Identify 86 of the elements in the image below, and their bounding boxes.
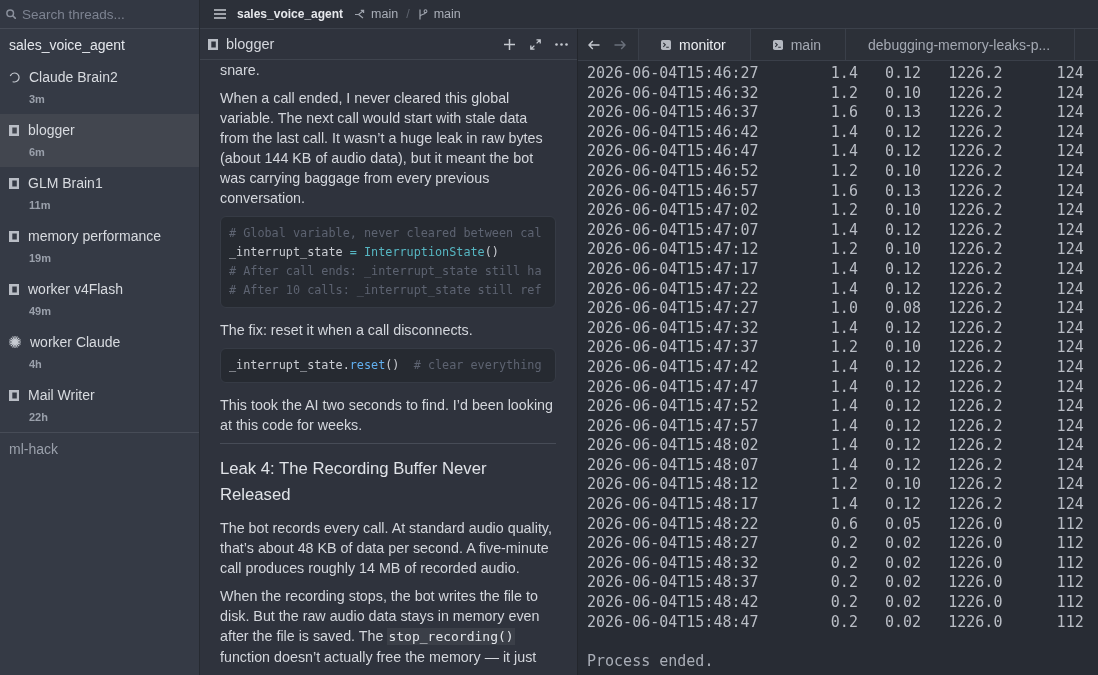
- branch-name[interactable]: main: [433, 7, 461, 21]
- project-group[interactable]: ml-hack: [0, 433, 199, 465]
- fork-icon: [355, 9, 366, 19]
- thread-age: 6m: [29, 145, 45, 159]
- section-heading: Leak 4: The Recording Buffer Never Released: [220, 458, 488, 506]
- terminal-line: 2026-06-04T15:48:27 0.2 0.02 1226.0 112: [587, 534, 1084, 554]
- terminal-line: 2026-06-04T15:48:22 0.6 0.05 1226.0 112: [587, 514, 1084, 535]
- thread-item[interactable]: memory performance 19m: [0, 220, 199, 273]
- paragraph: This took the AI two seconds to find. I’d been looking at this code for weeks.: [220, 396, 554, 435]
- terminal-line: 2026-06-04T15:46:52 1.2 0.10 1226.2 124: [587, 161, 1084, 182]
- terminal-line: 2026-06-04T15:48:37 0.2 0.02 1226.0 112: [587, 573, 1084, 594]
- terminal-status: Process ended.: [587, 651, 714, 672]
- code-line: # Global variable, never cleared between cal: [229, 225, 542, 242]
- terminal-line: 2026-06-04T15:46:47 1.4 0.12 1226.2 124: [587, 142, 1084, 162]
- project-group[interactable]: sales_voice_agent: [0, 29, 199, 61]
- thread-age: 22h: [29, 410, 48, 424]
- terminal-line: 2026-06-04T15:47:57 1.4 0.12 1226.2 124: [587, 416, 1084, 437]
- code-line: _interrupt_state = InterruptionState(): [229, 244, 499, 261]
- paragraph: When a call ended, I never cleared this global variable. The next call would start with stale data from the last call. It wasn’t a huge leak in raw bytes (about 144 KB of audio data), but it meant the bot was carrying baggage from every previous conversation.: [220, 89, 544, 208]
- tab[interactable]: debugging-memory-leaks-p...: [846, 29, 1076, 60]
- paragraph: When the recording stops, the bot writes the file to disk. But the raw audio data stays in memory even after the file is saved. The stop_recording() function doesn’t actually free the memory — it just: [220, 587, 541, 667]
- thread-title: Claude Brain2: [29, 69, 118, 85]
- terminal-line: 2026-06-04T15:47:47 1.4 0.12 1226.2 124: [587, 377, 1084, 398]
- terminal-line: 2026-06-04T15:47:52 1.4 0.12 1226.2 124: [587, 397, 1084, 417]
- spinner-icon: [9, 71, 20, 83]
- tab[interactable]: monitor: [639, 29, 751, 60]
- terminal-line: 2026-06-04T15:46:37 1.6 0.13 1226.2 124: [587, 103, 1084, 123]
- thread-item[interactable]: blogger 6m: [0, 114, 199, 167]
- terminal-line: 2026-06-04T15:47:17 1.4 0.12 1226.2 124: [587, 259, 1084, 280]
- terminal-line: 2026-06-04T15:48:42 0.2 0.02 1226.0 112: [587, 593, 1084, 613]
- terminal-line: 2026-06-04T15:48:02 1.4 0.12 1226.2 124: [587, 436, 1084, 456]
- menu-icon[interactable]: [214, 9, 226, 19]
- paragraph: The bot records every call. At standard audio quality, that’s about 48 KB of data per second. A five-minute call produces roughly 14 MB of recorded audio.: [220, 519, 553, 578]
- terminal-line: 2026-06-04T15:46:57 1.6 0.13 1226.2 124: [587, 181, 1084, 202]
- terminal-line: 2026-06-04T15:47:32 1.4 0.12 1226.2 124: [587, 318, 1084, 339]
- terminal-icon: [661, 39, 671, 50]
- code-line: # After 10 calls: _interrupt_state still ref: [229, 282, 542, 299]
- expand-icon[interactable]: [530, 38, 541, 50]
- terminal-line: 2026-06-04T15:48:07 1.4 0.12 1226.2 124: [587, 455, 1084, 476]
- thread-age: 4h: [29, 357, 42, 371]
- thread-age: 3m: [29, 92, 45, 106]
- terminal-line: 2026-06-04T15:48:47 0.2 0.02 1226.0 112: [587, 612, 1084, 633]
- thread-age: 49m: [29, 304, 52, 318]
- terminal-line: 2026-06-04T15:48:32 0.2 0.02 1226.0 112: [587, 553, 1084, 574]
- code-line: _interrupt_state.reset() # clear everything: [229, 357, 542, 374]
- sparkle-icon: [9, 336, 21, 348]
- thread-item[interactable]: Claude Brain2 3m: [0, 61, 199, 114]
- terminal-line: 2026-06-04T15:48:17 1.4 0.12 1226.2 124: [587, 495, 1084, 515]
- terminal-line: 2026-06-04T15:47:07 1.4 0.12 1226.2 124: [587, 220, 1084, 241]
- thread-title: memory performance: [28, 228, 162, 244]
- thread-title: Mail Writer: [28, 387, 95, 403]
- thread-item[interactable]: Mail Writer 22h: [0, 379, 199, 432]
- terminal-line: 2026-06-04T15:47:37 1.2 0.10 1226.2 124: [587, 338, 1084, 358]
- thread-title: worker Claude: [30, 334, 121, 350]
- back-icon[interactable]: [588, 39, 600, 50]
- thread-item[interactable]: worker v4Flash 49m: [0, 273, 199, 326]
- terminal-line: 2026-06-04T15:47:22 1.4 0.12 1226.2 124: [587, 279, 1084, 300]
- panel-title: blogger: [226, 36, 275, 52]
- thread-title: GLM Brain1: [28, 175, 103, 191]
- terminal-icon: [772, 39, 783, 50]
- search-icon: [6, 9, 16, 19]
- branch-icon: [417, 8, 428, 20]
- thread-title: worker v4Flash: [28, 281, 123, 297]
- code-line: # After call ends: _interrupt_state still ha: [229, 263, 542, 280]
- paragraph: snare.: [220, 61, 261, 80]
- search-field[interactable]: Search threads...: [22, 6, 182, 22]
- thread-age: 11m: [29, 198, 51, 212]
- terminal-line: 2026-06-04T15:48:12 1.2 0.10 1226.2 124: [587, 475, 1084, 496]
- thread-item[interactable]: GLM Brain1 11m: [0, 167, 199, 220]
- plus-icon[interactable]: [504, 38, 515, 50]
- terminal-line: 2026-06-04T15:46:32 1.2 0.10 1226.2 124: [587, 83, 1084, 104]
- thread-age: 19m: [29, 251, 52, 265]
- branch-name[interactable]: main: [371, 7, 399, 21]
- thread-item[interactable]: worker Claude 4h: [0, 326, 199, 379]
- tab[interactable]: main: [750, 29, 847, 60]
- terminal-line: 2026-06-04T15:47:02 1.2 0.10 1226.2 124: [587, 201, 1084, 221]
- path-separator: /: [406, 7, 410, 21]
- terminal-line: 2026-06-04T15:47:42 1.4 0.12 1226.2 124: [587, 357, 1084, 378]
- terminal-line: 2026-06-04T15:47:12 1.2 0.10 1226.2 124: [587, 240, 1084, 260]
- terminal-line: 2026-06-04T15:47:27 1.0 0.08 1226.2 124: [587, 299, 1084, 319]
- more-icon[interactable]: [555, 42, 568, 46]
- project-name: sales_voice_agent: [237, 7, 344, 21]
- terminal-line: 2026-06-04T15:46:27 1.4 0.12 1226.2 124: [587, 64, 1084, 84]
- thread-title: blogger: [28, 122, 75, 138]
- terminal-line: 2026-06-04T15:46:42 1.4 0.12 1226.2 124: [587, 122, 1084, 143]
- paragraph: The fix: reset it when a call disconnects.: [220, 321, 474, 340]
